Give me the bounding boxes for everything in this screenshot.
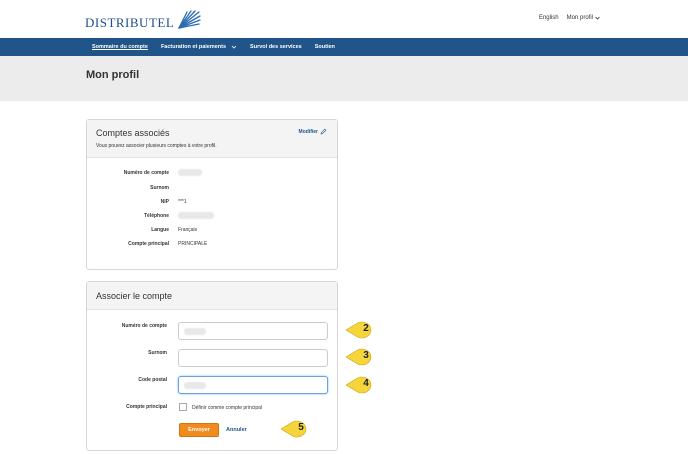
panel-title: Associer le compte [96,291,173,301]
callout-number: 4 [363,378,369,389]
redacted-value [178,169,202,178]
logo-text: DISTRIBUTEL [85,15,175,30]
info-label: Téléphone [143,213,169,219]
nav-item-support[interactable]: Soutien [315,44,335,50]
info-label: NIP [160,199,169,205]
language-link[interactable]: English [539,15,559,21]
logo-star-icon [178,10,201,29]
primary-account-checkbox[interactable] [179,403,187,411]
panel-title: Comptes associés [96,128,170,138]
profile-menu[interactable]: Mon profil [567,15,600,21]
account-number-input[interactable] [178,322,328,340]
info-label: Langue [151,227,169,233]
chevron-down-icon [231,45,237,49]
callout-4: 4 [346,376,378,394]
postal-code-label: Code postal [138,377,167,383]
panel-subtitle: Vous pouvez associer plusieurs comptes à… [96,143,217,149]
cancel-link[interactable]: Annuler [226,427,247,433]
panel-header: Associer le compte [87,282,337,310]
nav-item-label: Survol des services [250,44,302,50]
main-nav: Sommaire du compte Facturation et paieme… [0,38,688,56]
nav-item-label: Facturation et paiements [160,44,227,50]
nickname-input[interactable] [178,349,328,367]
nav-item-billing[interactable]: Facturation et paiements [161,44,237,50]
callout-2: 2 [346,321,378,339]
nav-item-services[interactable]: Survol des services [250,44,302,50]
edit-link-label: Modifier [298,128,318,135]
nickname-label: Surnom [148,350,167,356]
postal-code-input[interactable] [178,376,328,394]
nav-item-label: Soutien [314,44,335,50]
panel-header: Comptes associés Vous pouvez associer pl… [87,120,337,158]
primary-account-label: Compte principal [126,404,167,410]
linked-accounts-panel: Comptes associés Vous pouvez associer pl… [86,119,338,270]
redacted-value [178,212,214,221]
redacted-value [184,382,206,389]
redacted-value [184,328,206,335]
callout-number: 2 [363,323,369,334]
submit-button[interactable]: Envoyer [179,423,219,437]
callout-5: 5 [281,420,313,438]
nav-item-account-summary[interactable]: Sommaire du compte [92,44,148,50]
account-number-label: Numéro de compte [121,323,167,329]
primary-account-checkbox-label[interactable]: Définir comme compte principal [192,405,262,411]
info-value: ***1 [178,199,187,205]
distributel-logo[interactable]: DISTRIBUTEL [85,8,201,30]
pencil-icon [320,128,327,135]
info-value: Français [178,227,198,233]
info-label: Surnom [150,185,169,191]
edit-link[interactable]: Modifier [299,128,327,135]
info-label: Compte principal [128,241,169,247]
page-title: Mon profil [86,69,140,81]
callout-number: 5 [298,422,304,433]
nav-item-label: Sommaire du compte [92,44,148,50]
profile-menu-label: Mon profil [566,15,593,21]
callout-number: 3 [363,350,369,361]
info-value: PRINCIPALE [178,241,208,247]
chevron-down-icon [595,16,600,20]
callout-3: 3 [346,348,378,366]
info-label: Numéro de compte [123,170,169,176]
top-header: DISTRIBUTEL English Mon profil [0,0,688,38]
